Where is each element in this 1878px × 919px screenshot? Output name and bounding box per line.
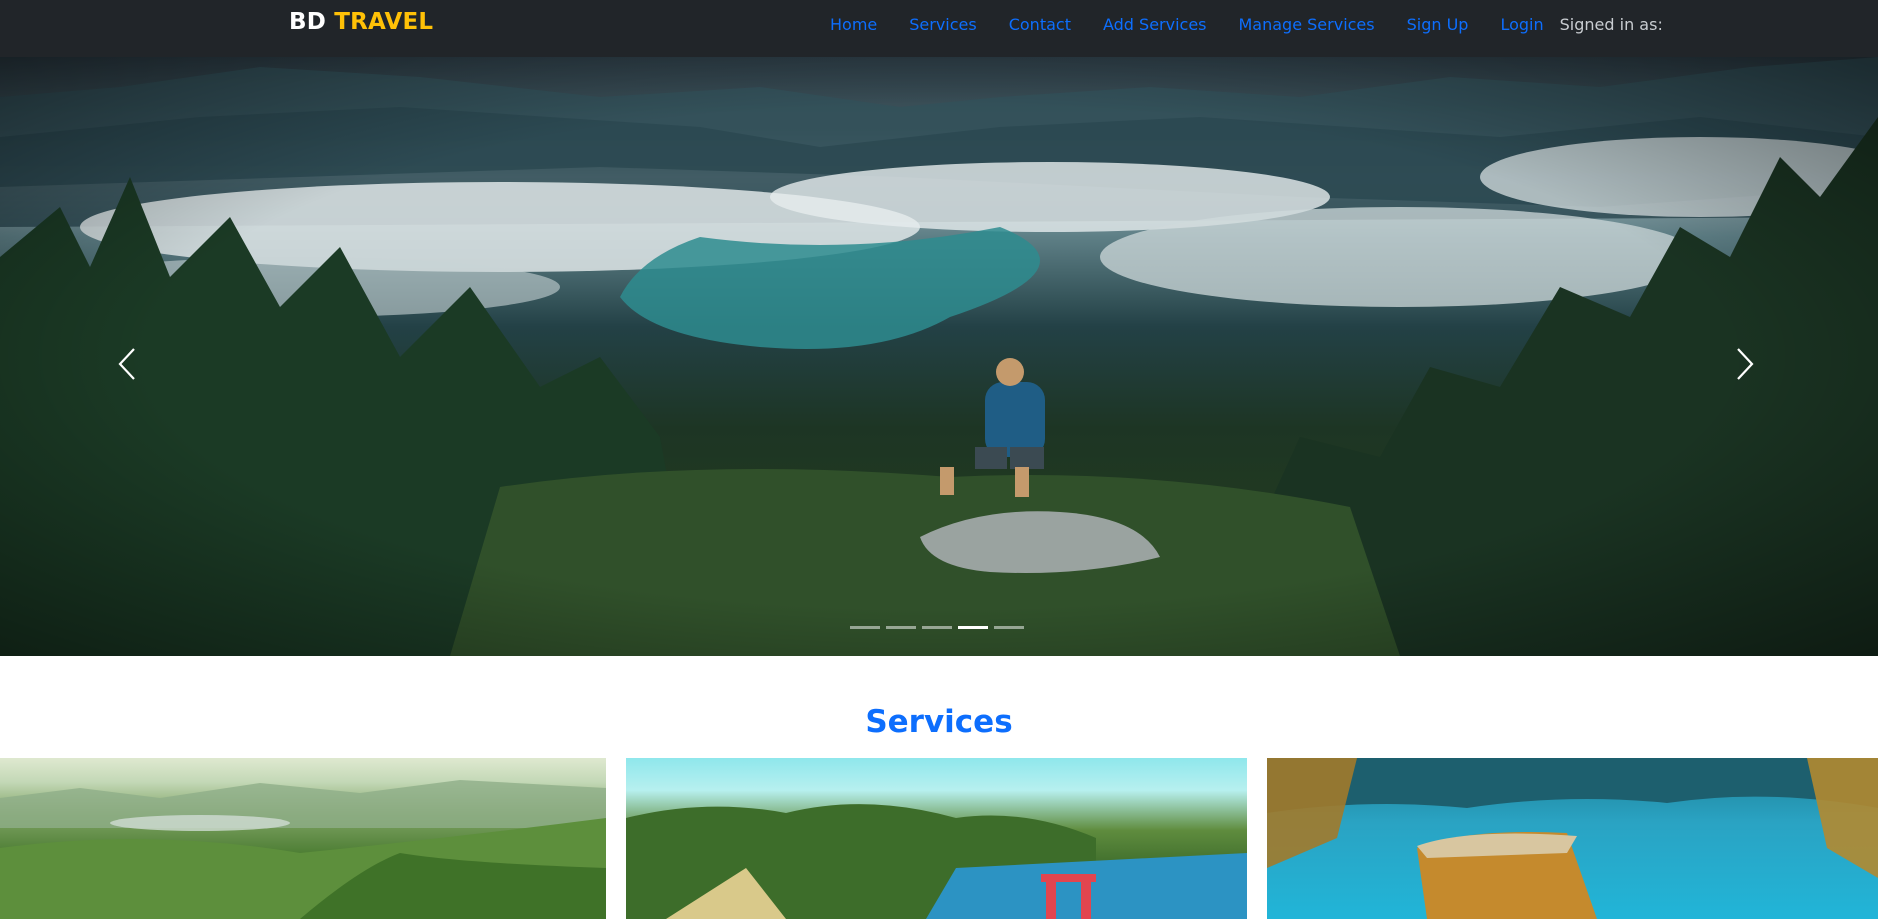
- service-card-3[interactable]: [1267, 758, 1878, 919]
- brand-part-2: TRAVEL: [334, 9, 434, 35]
- nav-add-services-link[interactable]: Add Services: [1103, 15, 1207, 34]
- nav-sign-up-link[interactable]: Sign Up: [1407, 15, 1469, 34]
- carousel-indicator-3[interactable]: [922, 626, 952, 629]
- service-card-1[interactable]: [0, 758, 606, 919]
- brand-part-1: BD: [289, 9, 327, 35]
- carousel-indicator-1[interactable]: [850, 626, 880, 629]
- nav-manage-services-link[interactable]: Manage Services: [1239, 15, 1375, 34]
- carousel-indicator-2[interactable]: [886, 626, 916, 629]
- carousel-next-button[interactable]: [1724, 339, 1764, 389]
- nav-contact-link[interactable]: Contact: [1009, 15, 1071, 34]
- service-card-2[interactable]: [626, 758, 1247, 919]
- navbar: BD TRAVEL Home Services Contact Add Serv…: [0, 0, 1878, 57]
- service-image-3: [1267, 758, 1878, 919]
- service-image-2: [626, 804, 1247, 919]
- nav-home-link[interactable]: Home: [830, 15, 877, 34]
- hero-carousel: [0, 57, 1878, 656]
- carousel-indicator-5[interactable]: [994, 626, 1024, 629]
- service-image-1: [0, 780, 606, 919]
- brand-logo[interactable]: BD TRAVEL: [289, 9, 433, 35]
- signed-in-label: Signed in as:: [1559, 15, 1663, 34]
- carousel-prev-button[interactable]: [108, 339, 148, 389]
- nav-links: Home Services Contact Add Services Manag…: [830, 15, 1663, 34]
- chevron-left-icon: [118, 348, 135, 380]
- nav-services-link[interactable]: Services: [909, 15, 976, 34]
- carousel-indicator-4[interactable]: [958, 626, 988, 629]
- carousel-indicators: [850, 626, 1030, 629]
- services-heading: Services: [865, 704, 1013, 740]
- hero-slide-image: [0, 57, 1878, 656]
- nav-login-link[interactable]: Login: [1500, 15, 1543, 34]
- chevron-right-icon: [1737, 348, 1754, 380]
